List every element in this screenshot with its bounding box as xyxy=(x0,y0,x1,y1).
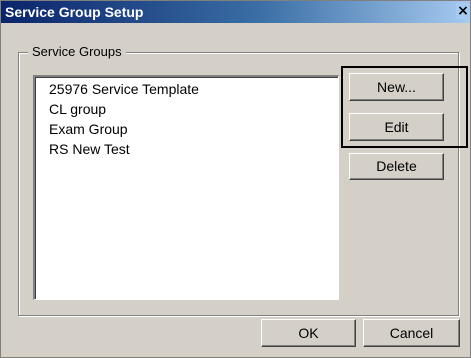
ok-button[interactable]: OK xyxy=(261,319,356,347)
edit-button-label: Edit xyxy=(384,119,409,135)
list-item[interactable]: 25976 Service Template xyxy=(49,81,199,98)
new-button[interactable]: New... xyxy=(349,73,444,101)
delete-button-label: Delete xyxy=(376,158,417,174)
cancel-button-label: Cancel xyxy=(389,325,434,341)
list-item[interactable]: CL group xyxy=(49,101,106,118)
edit-button[interactable]: Edit xyxy=(349,113,444,141)
list-item[interactable]: Exam Group xyxy=(49,121,128,138)
new-button-label: New... xyxy=(377,79,416,95)
close-icon[interactable]: × xyxy=(456,3,470,19)
delete-button[interactable]: Delete xyxy=(349,153,444,180)
title-bar[interactable]: Service Group Setup × xyxy=(1,1,470,23)
list-item[interactable]: RS New Test xyxy=(49,141,130,158)
service-group-setup-dialog: Service Group Setup × Service Groups 259… xyxy=(0,0,471,358)
ok-button-label: OK xyxy=(298,325,319,341)
cancel-button[interactable]: Cancel xyxy=(363,319,460,347)
service-groups-listbox[interactable]: 25976 Service Template CL group Exam Gro… xyxy=(33,75,339,300)
service-groups-label: Service Groups xyxy=(28,43,126,60)
window-title: Service Group Setup xyxy=(5,4,144,20)
